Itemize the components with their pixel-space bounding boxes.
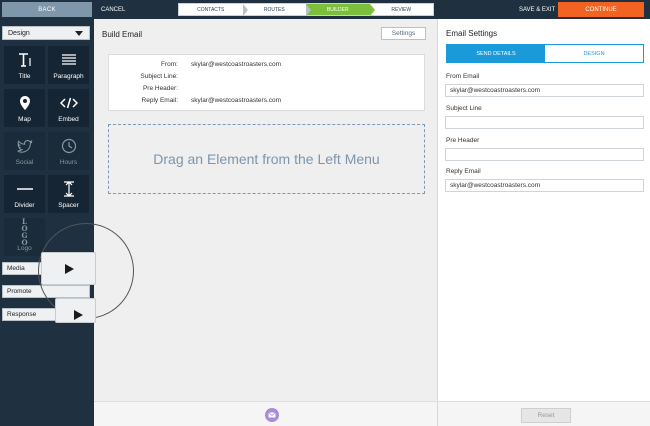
field-key: From: — [161, 61, 178, 68]
tile-label: Map — [18, 116, 31, 123]
preview-email-button[interactable] — [265, 408, 279, 422]
email-subject-row: Subject Line: — [109, 73, 424, 83]
step-arrow — [306, 4, 311, 16]
tile-label: Spacer — [58, 202, 79, 209]
map-pin-icon — [4, 94, 45, 112]
tile-label: Social — [15, 159, 34, 166]
page-title: Build Email — [102, 30, 143, 39]
step-contacts[interactable]: CONTACTS — [179, 4, 248, 16]
category-label: Promote — [7, 288, 32, 295]
email-from-row: From: skylar@westcoastroasters.com — [109, 61, 424, 71]
pre-header-field[interactable] — [445, 148, 644, 161]
dropzone-text: Drag an Element from the Left Menu — [153, 151, 380, 167]
step-arrow — [369, 4, 375, 16]
continue-button[interactable]: CONTINUE — [558, 2, 644, 17]
title-icon — [4, 51, 45, 69]
reset-button[interactable]: Reset — [521, 408, 571, 423]
tile-social[interactable]: Social — [4, 132, 45, 170]
tile-label: Hours — [59, 159, 78, 166]
tile-hours[interactable]: Hours — [48, 132, 89, 170]
step-label: REVIEW — [391, 6, 412, 13]
build-canvas: Build Email Settings From: skylar@westcoa… — [94, 19, 438, 401]
field-key: Reply Email: — [141, 97, 178, 104]
canvas-footer — [94, 401, 438, 426]
step-routes[interactable]: ROUTES — [243, 4, 311, 16]
caret-down-icon — [75, 31, 83, 36]
subject-line-label: Subject Line — [446, 105, 482, 112]
tab-design[interactable]: DESIGN — [545, 45, 643, 62]
field-key: Subject Line: — [140, 73, 178, 80]
email-settings-panel: Email Settings SEND DETAILS DESIGN From … — [438, 19, 650, 401]
field-value: skylar@westcoastroasters.com — [191, 97, 282, 104]
panel-title: Email Settings — [446, 29, 498, 38]
tile-embed[interactable]: Embed — [48, 89, 89, 127]
cancel-button[interactable]: CANCEL — [101, 2, 125, 17]
reply-email-field[interactable]: skylar@westcoastroasters.com — [445, 179, 644, 192]
play-icon — [64, 263, 74, 274]
step-label: BUILDER — [326, 6, 349, 13]
category-label: Response — [7, 311, 37, 318]
logo-icon: LO GO — [4, 218, 45, 246]
paragraph-icon — [48, 51, 89, 69]
field-value: skylar@westcoastroasters.com — [191, 61, 282, 68]
email-preheader-row: Pre Header: — [109, 85, 424, 95]
step-arrow — [242, 4, 248, 16]
from-email-field[interactable]: skylar@westcoastroasters.com — [445, 84, 644, 97]
step-builder[interactable]: BUILDER — [306, 4, 375, 16]
tab-send-details[interactable]: SEND DETAILS — [447, 45, 545, 62]
category-dropdown[interactable]: Design — [2, 26, 90, 40]
settings-button[interactable]: Settings — [381, 27, 426, 40]
tile-map[interactable]: Map — [4, 89, 45, 127]
logo-tile-text: LO GO — [21, 217, 28, 247]
settings-tabs: SEND DETAILS DESIGN — [446, 44, 644, 63]
top-navigation-bar: BACK CANCEL CONTACTS ROUTES BUILDER REVI… — [0, 0, 650, 19]
envelope-icon — [268, 412, 276, 418]
tile-divider[interactable]: Divider — [4, 175, 45, 213]
email-header-card[interactable]: From: skylar@westcoastroasters.com Subjec… — [108, 54, 425, 111]
tile-title[interactable]: Title — [4, 46, 45, 84]
tile-paragraph[interactable]: Paragraph — [48, 46, 89, 84]
tile-label: Embed — [58, 116, 79, 123]
tile-spacer[interactable]: Spacer — [48, 175, 89, 213]
play-icon — [74, 310, 83, 320]
tile-label: Paragraph — [53, 73, 84, 80]
clock-icon — [48, 137, 89, 155]
field-key: Pre Header: — [142, 85, 178, 92]
spacer-icon — [48, 180, 89, 198]
settings-footer: Reset — [438, 401, 650, 426]
response-expand-button[interactable] — [55, 298, 96, 323]
tile-label: Title — [18, 73, 31, 80]
tile-logo[interactable]: LO GO Logo — [4, 218, 45, 256]
dropdown-value: Design — [8, 29, 30, 37]
subject-line-field[interactable] — [445, 116, 644, 129]
category-label: Media — [7, 265, 25, 272]
code-icon — [48, 94, 89, 112]
media-expand-button[interactable] — [41, 252, 96, 285]
back-button[interactable]: BACK — [2, 2, 92, 17]
email-reply-row: Reply Email: skylar@westcoastroasters.com — [109, 97, 424, 107]
step-label: CONTACTS — [197, 6, 225, 13]
reply-email-label: Reply Email — [446, 168, 481, 175]
divider-icon — [4, 180, 45, 198]
step-label: ROUTES — [263, 6, 285, 13]
save-exit-button[interactable]: SAVE & EXIT — [519, 2, 555, 17]
pre-header-label: Pre Header — [446, 137, 480, 144]
element-dropzone[interactable]: Drag an Element from the Left Menu — [108, 124, 425, 194]
progress-steps: CONTACTS ROUTES BUILDER REVIEW — [178, 3, 434, 16]
tile-label: Divider — [14, 202, 35, 209]
from-email-label: From Email — [446, 73, 480, 80]
step-review[interactable]: REVIEW — [370, 4, 434, 15]
twitter-icon — [4, 137, 45, 155]
